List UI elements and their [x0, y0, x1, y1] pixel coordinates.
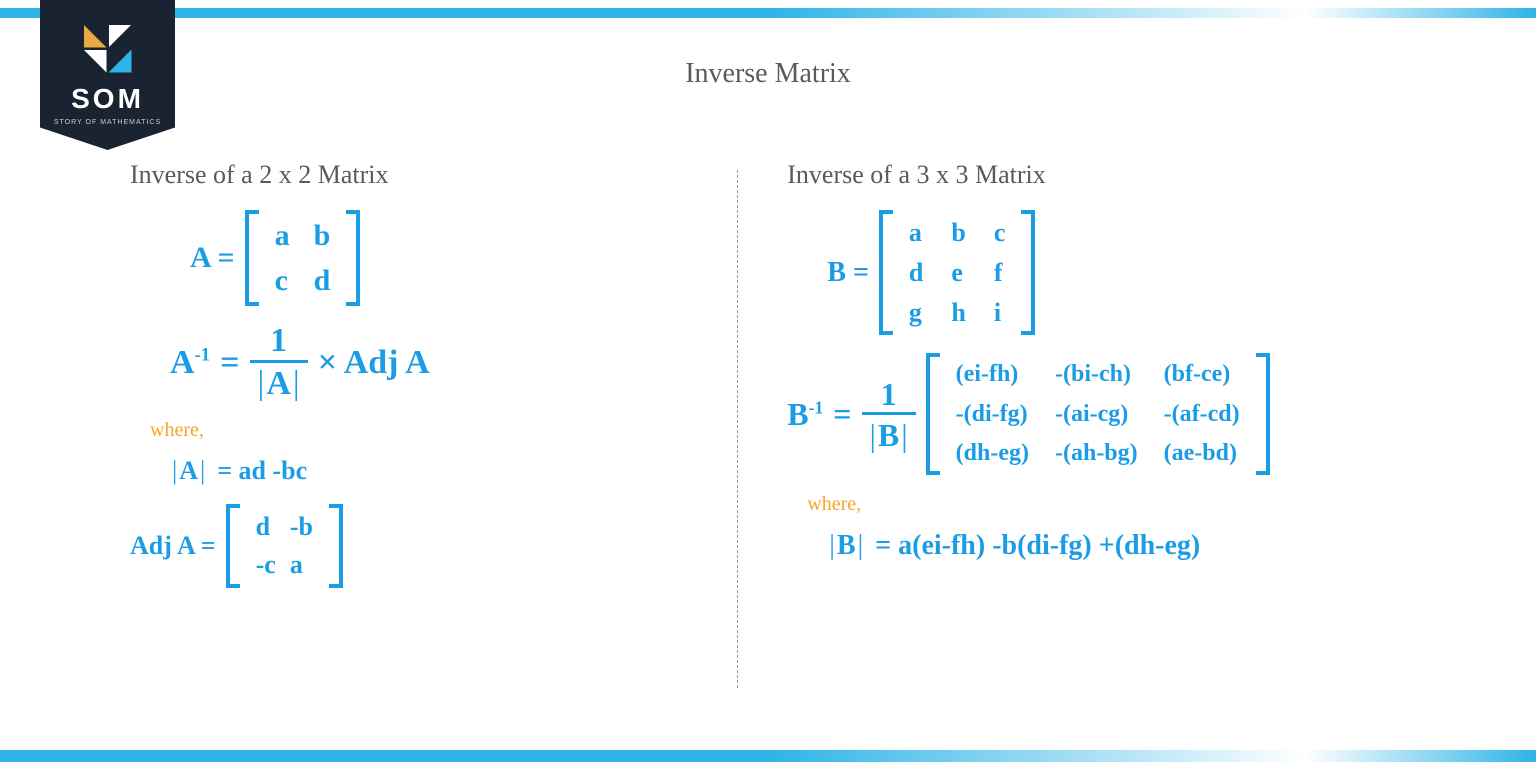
som-logo: SOM STORY OF MATHEMATICS — [40, 0, 175, 150]
matrix-cell: d — [909, 256, 923, 290]
page-title: Inverse Matrix — [685, 58, 851, 90]
matrix-cell: a — [909, 216, 923, 250]
equation-matrix-a: A = a b c d — [190, 210, 707, 306]
times-adj-a: × Adj A — [318, 344, 430, 382]
matrix-cell: c — [994, 216, 1006, 250]
heading-3x3: Inverse of a 3 x 3 Matrix — [787, 160, 1496, 190]
matrix-cell: a — [290, 548, 313, 582]
matrix-cell: (dh-eg) — [956, 438, 1029, 469]
adj-a-matrix: d -b -c a — [226, 504, 343, 588]
fraction-one-over-det-a: 1 A — [250, 324, 308, 401]
matrix-cell: (ei-fh) — [956, 359, 1029, 390]
logo-text: SOM — [71, 83, 144, 115]
equation-det-b: B = a(ei-fh) -b(di-fg) +(dh-eg) — [827, 530, 1496, 562]
matrix-b-lhs: B = — [827, 257, 869, 289]
fraction-numerator: 1 — [266, 324, 291, 360]
logo-subtitle: STORY OF MATHEMATICS — [54, 119, 161, 126]
left-column: Inverse of a 2 x 2 Matrix A = a b c d A-… — [0, 160, 737, 738]
equation-adj-a: Adj A = d -b -c a — [130, 504, 707, 588]
equation-matrix-b: B = a b c d e f g h i — [827, 210, 1496, 335]
matrix-a: a b c d — [245, 210, 361, 306]
det-b-rhs: = a(ei-fh) -b(di-fg) +(dh-eg) — [875, 530, 1200, 562]
top-accent-bar — [0, 8, 1536, 18]
where-label: where, — [807, 493, 1496, 516]
equation-det-a: A = ad -bc — [170, 456, 707, 486]
matrix-cell: a — [275, 216, 290, 255]
b-inverse-lhs: B-1 — [787, 396, 823, 433]
heading-2x2: Inverse of a 2 x 2 Matrix — [130, 160, 707, 190]
fraction-one-over-det-b: 1 B — [862, 378, 916, 451]
det-a-rhs: = ad -bc — [217, 456, 307, 486]
matrix-cell: g — [909, 296, 923, 330]
fraction-denominator: B — [862, 412, 916, 451]
bracket-left-icon — [926, 353, 940, 475]
equation-b-inverse: B-1 = 1 B (ei-fh) -(bi-ch) (bf-ce) -(di-… — [787, 353, 1496, 475]
matrix-cell: -(ah-bg) — [1055, 438, 1138, 469]
bracket-left-icon — [226, 504, 240, 588]
bottom-accent-bar — [0, 750, 1536, 762]
equals-sign: = — [833, 396, 851, 433]
matrix-cell: d — [314, 261, 331, 300]
matrix-b: a b c d e f g h i — [879, 210, 1035, 335]
matrix-cell: d — [256, 510, 276, 544]
matrix-cell: f — [994, 256, 1006, 290]
equation-a-inverse: A-1 = 1 A × Adj A — [170, 324, 707, 401]
fraction-numerator: 1 — [877, 378, 901, 412]
right-column: Inverse of a 3 x 3 Matrix B = a b c d e … — [737, 160, 1536, 738]
matrix-cell: e — [951, 256, 965, 290]
matrix-cell: -(ai-cg) — [1055, 399, 1138, 430]
bracket-right-icon — [1021, 210, 1035, 335]
matrix-cell: (bf-ce) — [1164, 359, 1240, 390]
matrix-a-lhs: A = — [190, 241, 235, 275]
logo-icon — [84, 25, 132, 73]
matrix-cell: (ae-bd) — [1164, 438, 1240, 469]
matrix-cell: c — [275, 261, 290, 300]
matrix-cell: -(di-fg) — [956, 399, 1029, 430]
det-a-lhs: A — [170, 456, 207, 486]
bracket-right-icon — [329, 504, 343, 588]
content: Inverse of a 2 x 2 Matrix A = a b c d A-… — [0, 160, 1536, 738]
fraction-denominator: A — [250, 360, 308, 401]
bracket-right-icon — [1256, 353, 1270, 475]
matrix-cell: b — [314, 216, 331, 255]
matrix-cell: -(bi-ch) — [1055, 359, 1138, 390]
matrix-cell: -c — [256, 548, 276, 582]
matrix-cell: -b — [290, 510, 313, 544]
matrix-cell: h — [951, 296, 965, 330]
where-label: where, — [150, 419, 707, 442]
matrix-cell: -(af-cd) — [1164, 399, 1240, 430]
bracket-right-icon — [346, 210, 360, 306]
det-b-lhs: B — [827, 530, 865, 562]
bracket-left-icon — [245, 210, 259, 306]
matrix-cell: b — [951, 216, 965, 250]
a-inverse-lhs: A-1 — [170, 344, 210, 382]
adj-a-lhs: Adj A = — [130, 531, 216, 561]
matrix-cell: i — [994, 296, 1006, 330]
bracket-left-icon — [879, 210, 893, 335]
equals-sign: = — [220, 344, 239, 382]
adj-b-matrix: (ei-fh) -(bi-ch) (bf-ce) -(di-fg) -(ai-c… — [926, 353, 1270, 475]
